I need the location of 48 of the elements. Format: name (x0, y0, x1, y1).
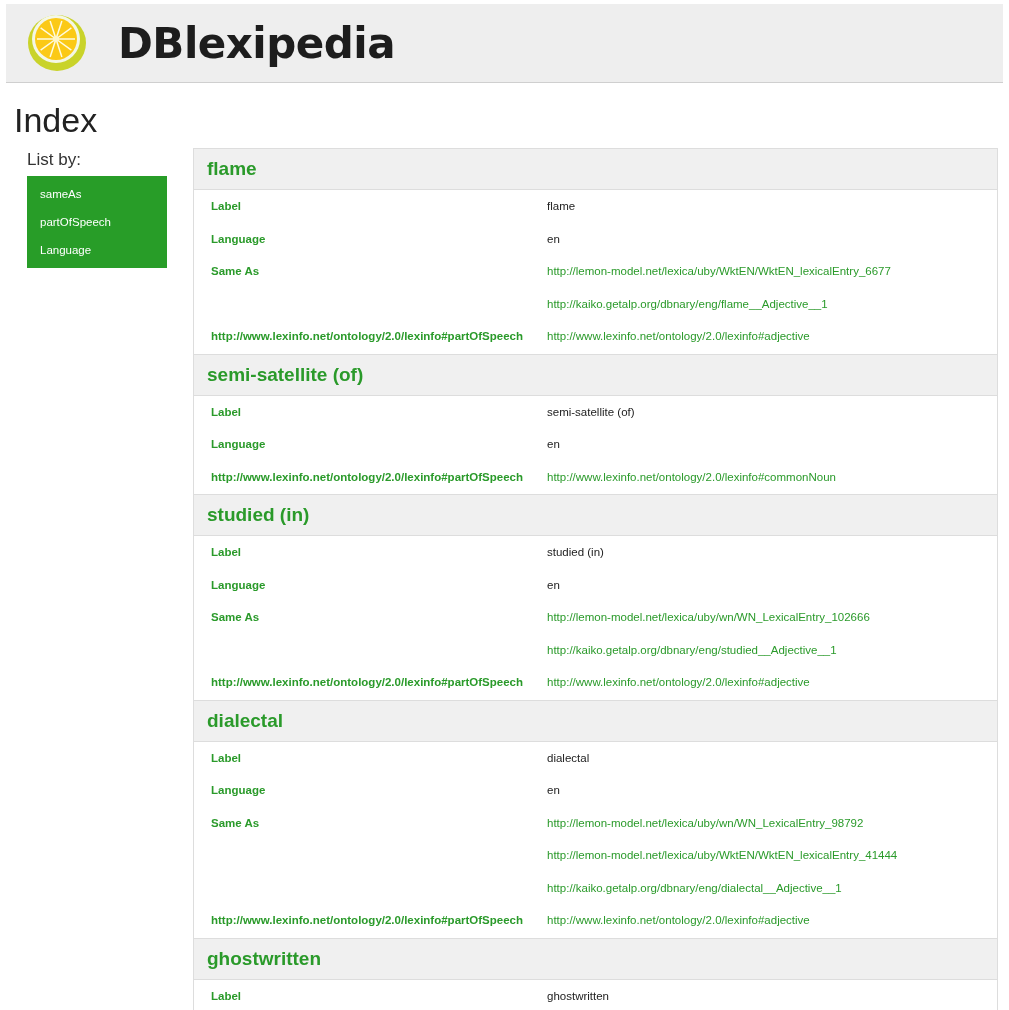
link[interactable]: http://www.lexinfo.net/ontology/2.0/lexinfo#commonNoun (547, 460, 997, 493)
value-text: en (547, 577, 561, 593)
link[interactable]: http://www.lexinfo.net/ontology/2.0/lexinfo#adjective (547, 904, 997, 937)
property-label: http://www.lexinfo.net/ontology/2.0/lexinfo#partOfSpeech (210, 329, 525, 344)
lemon-logo-icon (26, 12, 88, 74)
link[interactable]: http://lemon-model.net/lexica/uby/wn/WN_LexicalEntry_102666 (547, 601, 997, 634)
entry-title: dialectal (194, 700, 997, 742)
property-label: Language (210, 231, 267, 247)
link[interactable]: http://www.lexinfo.net/ontology/2.0/lexinfo#adjective (547, 320, 997, 353)
property-label: Same As (210, 264, 261, 279)
property-label: Same As (210, 610, 261, 625)
value-text: dialectal (547, 750, 591, 766)
entry-title: semi-satellite (of) (194, 354, 997, 396)
property-label: Label (210, 988, 243, 1004)
link[interactable]: http://kaiko.getalp.org/dbnary/eng/dialectal__Adjective__1 (547, 871, 997, 904)
link[interactable]: http://kaiko.getalp.org/dbnary/eng/studied__Adjective__1 (547, 633, 997, 666)
value-text: semi-satellite (of) (547, 404, 636, 420)
entry-title: studied (in) (194, 495, 997, 536)
property-label: Same As (210, 815, 261, 831)
value-text: studied (in) (547, 545, 605, 560)
sidebar-heading: List by: (27, 150, 82, 170)
property-label: Label (210, 545, 243, 560)
site-title[interactable]: DBlexipedia (118, 18, 396, 68)
property-label: http://www.lexinfo.net/ontology/2.0/lexinfo#partOfSpeech (210, 913, 525, 928)
property-label: Language (210, 783, 267, 798)
property-label: Label (210, 750, 243, 766)
link[interactable]: http://lemon-model.net/lexica/uby/WktEN/WktEN_lexicalEntry_41444 (547, 839, 997, 872)
page-title: Index (14, 101, 99, 140)
link[interactable]: http://kaiko.getalp.org/dbnary/eng/flame__Adjective__1 (547, 287, 997, 320)
property-label: Label (210, 199, 243, 214)
link[interactable]: http://lemon-model.net/lexica/uby/wn/WN_LexicalEntry_98792 (547, 806, 997, 839)
value-text: ghostwritten (547, 988, 610, 1004)
sidebar-link[interactable]: sameAs (27, 180, 167, 208)
value-text: en (547, 437, 561, 452)
value-text: en (547, 231, 561, 247)
entry-title: ghostwritten (194, 938, 997, 980)
property-label: http://www.lexinfo.net/ontology/2.0/lexinfo#partOfSpeech (210, 675, 525, 690)
property-label: Language (210, 577, 267, 593)
property-label: Label (210, 404, 243, 420)
entry-title: flame (194, 149, 997, 190)
link[interactable]: http://www.lexinfo.net/ontology/2.0/lexinfo#adjective (547, 666, 997, 699)
sidebar-link[interactable]: Language (27, 236, 167, 264)
value-text: en (547, 783, 561, 798)
link[interactable]: http://lemon-model.net/lexica/uby/WktEN/WktEN_lexicalEntry_6677 (547, 255, 997, 288)
property-label: Language (210, 437, 267, 452)
value-text: flame (547, 199, 577, 214)
sidebar-link[interactable]: partOfSpeech (27, 208, 167, 236)
property-label: http://www.lexinfo.net/ontology/2.0/lexinfo#partOfSpeech (210, 469, 525, 485)
